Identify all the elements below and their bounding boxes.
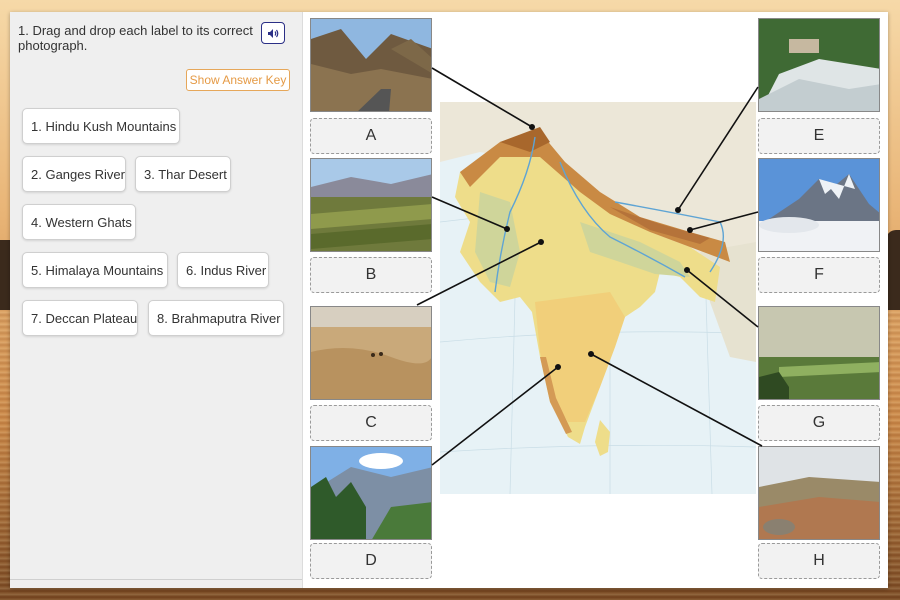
audio-button[interactable]	[261, 22, 285, 44]
speaker-icon	[268, 28, 279, 38]
photo-e-river-rapids	[758, 18, 880, 112]
label-chip-western-ghats[interactable]: 4. Western Ghats	[22, 204, 136, 240]
label-chip-himalaya[interactable]: 5. Himalaya Mountains	[22, 252, 168, 288]
drop-zone-d[interactable]: D	[310, 543, 432, 579]
drop-zone-h[interactable]: H	[758, 543, 880, 579]
activity-window: 1. Drag and drop each label to its corre…	[10, 12, 888, 588]
photo-f-snowy-peaks	[758, 158, 880, 252]
label-chip-thar[interactable]: 3. Thar Desert	[135, 156, 231, 192]
south-asia-map	[440, 102, 756, 494]
drop-zone-e[interactable]: E	[758, 118, 880, 154]
photo-h-rocky-hills	[758, 446, 880, 540]
label-chip-hindu-kush[interactable]: 1. Hindu Kush Mountains	[22, 108, 180, 144]
question-prompt: 1. Drag and drop each label to its corre…	[18, 23, 253, 53]
drop-zone-f[interactable]: F	[758, 257, 880, 293]
label-chip-deccan[interactable]: 7. Deccan Plateau	[22, 300, 138, 336]
label-bank-panel: 1. Drag and drop each label to its corre…	[10, 12, 303, 588]
photo-b-river-valley	[310, 158, 432, 252]
photo-g-hazy-plains	[758, 306, 880, 400]
photo-c-desert-dunes	[310, 306, 432, 400]
label-chip-brahmaputra[interactable]: 8. Brahmaputra River	[148, 300, 284, 336]
show-answer-key-button[interactable]: Show Answer Key	[186, 69, 290, 91]
photo-d-forest-mountains	[310, 446, 432, 540]
panel-divider	[10, 579, 302, 580]
background-hill-right	[886, 230, 900, 310]
label-chip-ganges[interactable]: 2. Ganges River	[22, 156, 126, 192]
drop-zone-c[interactable]: C	[310, 405, 432, 441]
photo-a-mountain-road	[310, 18, 432, 112]
drop-zone-a[interactable]: A	[310, 118, 432, 154]
label-chip-indus[interactable]: 6. Indus River	[177, 252, 269, 288]
drop-zone-b[interactable]: B	[310, 257, 432, 293]
drop-zone-g[interactable]: G	[758, 405, 880, 441]
